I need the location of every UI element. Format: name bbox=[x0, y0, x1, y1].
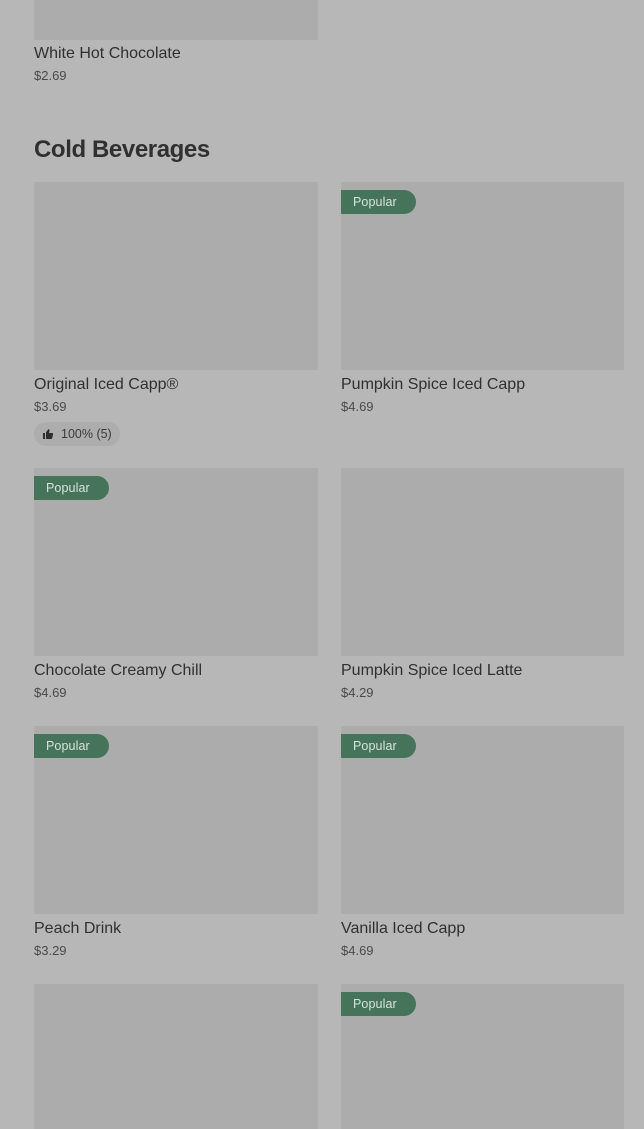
menu-item-card[interactable]: Pumpkin Spice Iced Latte $4.29 bbox=[341, 468, 624, 701]
popular-badge: Popular bbox=[34, 734, 109, 758]
menu-item-card[interactable]: Original Iced Capp® $3.69 100% (5) bbox=[34, 182, 318, 446]
item-image[interactable]: Popular bbox=[341, 182, 624, 370]
item-price: $3.69 bbox=[34, 399, 67, 414]
menu-item-card[interactable] bbox=[34, 984, 318, 1129]
item-image[interactable] bbox=[34, 182, 318, 370]
popular-badge: Popular bbox=[34, 476, 109, 500]
item-name: Chocolate Creamy Chill bbox=[34, 662, 203, 679]
item-price: $4.69 bbox=[34, 685, 67, 700]
item-image[interactable] bbox=[34, 984, 318, 1129]
menu-item-card[interactable]: Popular Chocolate Creamy Chill $4.69 bbox=[34, 468, 318, 701]
menu-item-card[interactable]: Popular bbox=[341, 984, 624, 1129]
item-price: $4.29 bbox=[341, 685, 374, 700]
item-name: Original Iced Capp® bbox=[34, 376, 179, 393]
item-price: $4.69 bbox=[341, 399, 374, 414]
menu-item-card[interactable]: Popular Pumpkin Spice Iced Capp $4.69 bbox=[341, 182, 624, 415]
thumbs-up-icon bbox=[43, 429, 54, 439]
item-image[interactable]: Popular bbox=[341, 726, 624, 914]
rating-badge: 100% (5) bbox=[34, 422, 120, 446]
rating-text: 100% (5) bbox=[61, 427, 112, 441]
item-price: $2.69 bbox=[34, 68, 67, 83]
menu-page: White Hot Chocolate $2.69 Cold Beverages… bbox=[0, 0, 644, 1129]
item-image[interactable] bbox=[34, 0, 318, 40]
item-name: Pumpkin Spice Iced Latte bbox=[341, 662, 523, 679]
item-image[interactable]: Popular bbox=[341, 984, 624, 1129]
item-name: Pumpkin Spice Iced Capp bbox=[341, 376, 526, 393]
menu-item-card[interactable]: White Hot Chocolate $2.69 bbox=[34, 0, 318, 84]
item-image[interactable]: Popular bbox=[34, 468, 318, 656]
menu-item-card[interactable]: Popular Peach Drink $3.29 bbox=[34, 726, 318, 959]
item-name: Vanilla Iced Capp bbox=[341, 920, 466, 937]
popular-badge: Popular bbox=[341, 992, 416, 1016]
popular-badge: Popular bbox=[341, 190, 416, 214]
popular-badge: Popular bbox=[341, 734, 416, 758]
section-title: Cold Beverages bbox=[34, 136, 210, 163]
item-price: $3.29 bbox=[34, 943, 67, 958]
menu-item-card[interactable]: Popular Vanilla Iced Capp $4.69 bbox=[341, 726, 624, 959]
item-name: White Hot Chocolate bbox=[34, 45, 181, 62]
item-name: Peach Drink bbox=[34, 920, 122, 937]
item-image[interactable]: Popular bbox=[34, 726, 318, 914]
item-price: $4.69 bbox=[341, 943, 374, 958]
item-image[interactable] bbox=[341, 468, 624, 656]
